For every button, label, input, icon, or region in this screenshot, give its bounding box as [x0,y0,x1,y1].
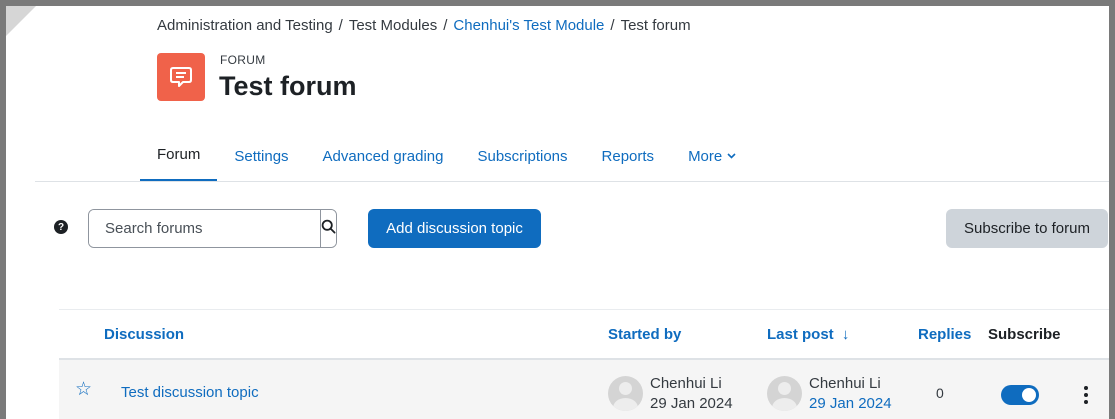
page-title: Test forum [219,71,357,101]
tab-label: Advanced grading [322,147,444,165]
last-post-name: Chenhui Li [809,375,881,392]
breadcrumb-item-administration[interactable]: Administration and Testing [157,17,333,34]
module-type-label: FORUM [220,53,266,67]
sort-descending-icon: ↓ [841,326,850,343]
avatar [767,376,802,411]
subscribe-toggle[interactable] [1001,385,1039,405]
window-frame-left [0,0,6,419]
window-corner [6,6,36,36]
breadcrumb-item-course[interactable]: Chenhui's Test Module [453,17,604,34]
avatar [608,376,643,411]
column-header-replies[interactable]: Replies [918,326,971,343]
last-post-date-link[interactable]: 29 Jan 2024 [809,395,892,412]
discussion-topic-link[interactable]: Test discussion topic [121,384,259,401]
tab-forum[interactable]: Forum [140,130,218,182]
tab-more[interactable]: More [671,130,753,182]
search-button[interactable] [320,210,336,247]
tab-settings[interactable]: Settings [217,130,305,182]
column-header-subscribe: Subscribe [988,326,1061,343]
search-input[interactable] [89,210,320,247]
table-top-divider [59,309,1109,310]
secondary-navigation: Forum Settings Advanced grading Subscrip… [140,130,753,182]
question-circle-icon[interactable]: ? [54,220,68,234]
column-header-discussion: Discussion [104,326,185,343]
column-header-started-by[interactable]: Started by [608,326,681,343]
tab-subscriptions[interactable]: Subscriptions [460,130,584,182]
forum-speech-bubble-icon [157,53,205,101]
replies-count[interactable]: 0 [936,385,944,401]
tab-reports[interactable]: Reports [585,130,672,182]
kebab-menu-icon[interactable] [1083,386,1089,404]
window-frame-right [1109,0,1115,419]
breadcrumb-separator: / [443,17,448,34]
breadcrumb-item-current: Test forum [620,17,691,34]
started-by-date: 29 Jan 2024 [650,395,733,412]
tab-label: Forum [157,146,201,163]
breadcrumb-separator: / [610,17,615,34]
breadcrumb-item-test-modules[interactable]: Test Modules [349,17,437,34]
subscribe-to-forum-button[interactable]: Subscribe to forum [946,209,1108,248]
column-header-last-post[interactable]: Last post ↓ [767,326,849,343]
breadcrumb: Administration and Testing / Test Modules /… [157,17,691,34]
toggle-knob [1022,388,1036,402]
search-forums-field [88,209,337,248]
tab-label: Subscriptions [477,147,568,165]
star-icon[interactable]: ☆ [75,380,92,399]
chevron-down-icon [727,150,736,162]
tab-advanced-grading[interactable]: Advanced grading [306,130,461,182]
breadcrumb-separator: / [338,17,343,34]
window-frame-top [0,0,1115,6]
column-header-last-post-label: Last post [767,326,834,343]
started-by-name: Chenhui Li [650,375,722,392]
tabs-divider [35,181,1109,182]
add-discussion-topic-button[interactable]: Add discussion topic [368,209,541,248]
tab-label: More [688,147,723,165]
search-icon [321,219,336,239]
tab-label: Reports [601,147,655,165]
tab-label: Settings [234,147,289,165]
